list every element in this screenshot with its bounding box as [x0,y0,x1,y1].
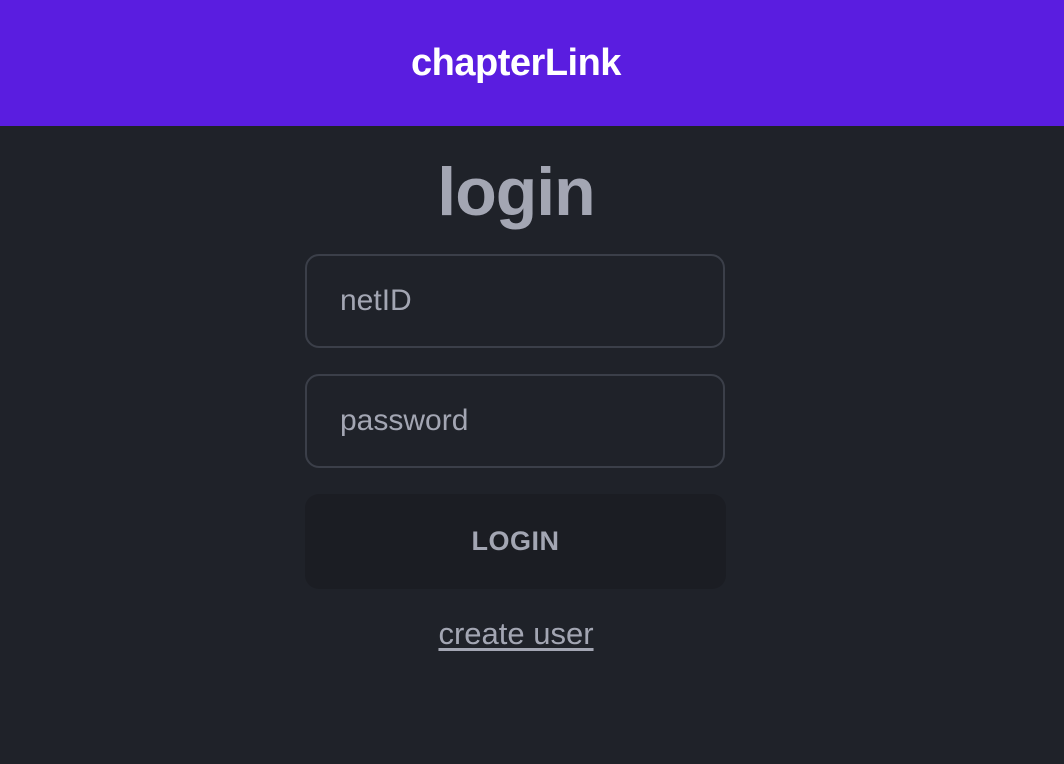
login-panel: login LOGIN create user [0,126,1064,764]
login-button[interactable]: LOGIN [305,494,726,589]
netid-input[interactable] [305,254,725,348]
create-user-link[interactable]: create user [0,616,1032,652]
brand-title[interactable]: chapterLink [411,42,621,85]
password-input[interactable] [305,374,725,468]
page-title: login [437,154,595,230]
top-header: chapterLink [0,0,1064,126]
